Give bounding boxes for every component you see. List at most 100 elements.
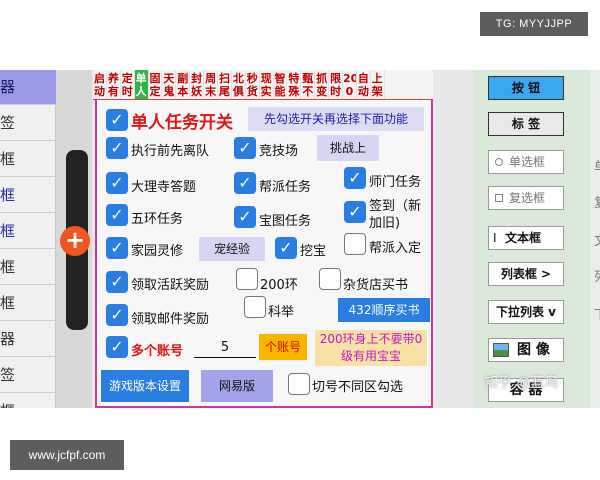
control-toolbox: 按 钮 标 签 单选框 复选框 I 文本框 列表框 > 下拉列表 v 图 像 容… [474,70,600,408]
checkbox-icon[interactable]: ✓ [344,201,366,223]
radio-icon [495,158,503,166]
tab[interactable]: 特殊 [287,70,302,99]
master-task-label: 师门任务 [369,175,422,190]
toolbox-textbox-label: 文本框 [505,231,542,245]
tab[interactable]: 封妖 [190,70,205,99]
text-cursor-icon: I [493,231,497,245]
checkbox-icon[interactable]: ✓ [106,271,128,293]
hint-button[interactable]: 先勾选开关再选择下面功能 [248,107,424,131]
toolbox-label-item[interactable]: 标 签 [488,112,564,136]
five-ring-label: 五环任务 [131,212,184,227]
checkbox-icon[interactable]: ✓ [106,204,128,226]
list-item[interactable]: 签 [0,106,56,141]
toolbox-radio-item[interactable]: 单选框 [488,150,564,174]
right-edge-label: 下 [594,304,600,323]
toolbox-radio-label: 单选框 [509,155,546,169]
list-item[interactable]: 框 [0,394,56,408]
tab[interactable]: 扫尾 [218,70,232,99]
watermark-top: TG: MYYJJPP [480,12,588,36]
list-item[interactable]: 签 [0,358,56,393]
signin-label: 签到（新加旧) [369,199,422,231]
panel-title: 单人任务开关 [131,113,233,133]
tab[interactable]: 自动 [357,70,371,99]
grocery-buy-label: 杂货店买书 [343,278,409,293]
checkbox-icon[interactable]: ✓ [234,206,256,228]
tab[interactable]: 天鬼 [162,70,177,99]
tab[interactable]: 副本 [176,70,191,99]
tab[interactable]: 秒货 [246,70,260,99]
watermark-bottom: www.jcfpf.com [10,440,124,470]
checkbox-icon[interactable]: ✓ [106,137,128,159]
list-item[interactable]: 器 [0,70,56,105]
checkbox-icon[interactable]: ✓ [234,172,256,194]
activity-reward-label: 领取活跃奖励 [131,278,210,293]
checkbox-icon[interactable]: ✓ [106,237,128,259]
checkbox-icon[interactable] [319,268,341,290]
checkbox-icon [495,194,503,202]
ring-note-button[interactable]: 200环身上不要带0级有用宝宝 [315,330,427,366]
list-item[interactable]: 框 [0,250,56,285]
dali-quiz-label: 大理寺答题 [131,180,197,195]
challenge-button[interactable]: 挑战上 [317,135,379,161]
checkbox-icon[interactable]: ✓ [106,304,128,326]
toolbox-image-label: 图 像 [517,342,550,358]
single-task-panel: ✓ 单人任务开关 先勾选开关再选择下面功能 ✓ 执行前先离队 ✓ 竞技场 挑战上… [95,100,433,408]
checkbox-icon[interactable] [288,373,310,395]
switch-region-label: 切号不同区勾选 [312,380,404,395]
tab[interactable]: 现实 [260,70,274,99]
tab[interactable]: 固定 [149,70,163,99]
list-item[interactable]: 器 [0,322,56,357]
checkbox-icon[interactable]: ✓ [275,237,297,259]
tab[interactable]: 甄不 [301,70,316,99]
toolbox-listbox-item[interactable]: 列表框 > [488,262,564,286]
toolbox-checkbox-item[interactable]: 复选框 [488,186,564,210]
mail-reward-label: 领取邮件奖励 [131,312,210,327]
checkbox-icon[interactable]: ✓ [344,167,366,189]
tab[interactable]: 限时 [329,70,344,99]
ring200-label: 200环 [260,278,298,293]
tab[interactable]: 上架 [371,70,385,99]
list-item[interactable]: 框 [0,178,56,213]
toolbox-checkbox-label: 复选框 [509,191,546,205]
toolbox-textbox-item[interactable]: I 文本框 [488,226,564,250]
checkbox-icon[interactable] [244,296,266,318]
account-button[interactable]: 个账号 [259,334,307,360]
checkbox-icon[interactable] [344,233,366,255]
quit-team-label: 执行前先离队 [131,144,210,159]
list-item[interactable]: 框 [0,214,56,249]
checkbox-icon[interactable]: ✓ [106,336,128,358]
toolbox-image-item[interactable]: 图 像 [488,338,564,362]
checkbox-icon[interactable]: ✓ [234,137,256,159]
tab[interactable]: 智能 [274,70,288,99]
add-icon[interactable]: + [60,226,90,256]
tab-single-person[interactable]: 单人 [134,70,149,99]
buy432-button[interactable]: 432顺序买书 [338,298,430,322]
tab[interactable]: 定时 [121,70,135,99]
treasure-map-label: 宝图任务 [259,214,312,229]
right-edge-label: 复 [594,192,600,211]
home-spirit-label: 家园灵修 [131,244,184,259]
tab[interactable]: 北俱 [232,70,246,99]
tab[interactable]: 抓变 [315,70,330,99]
tab[interactable]: 启动 [93,70,107,99]
list-item[interactable]: 框 [0,286,56,321]
exam-label: 科举 [268,305,295,320]
checkbox-icon[interactable] [236,268,258,290]
pet-exp-button[interactable]: 宠经验 [199,237,265,261]
tab[interactable]: 周末 [204,70,219,99]
account-count-input[interactable]: 5 [194,340,256,358]
designer-screenshot: 器 签 框 框 框 框 框 器 签 框 + 启动 养有 定时 单人 固定 天鬼 … [0,70,600,408]
dig-treasure-label: 挖宝 [300,244,327,259]
checkbox-icon[interactable]: ✓ [106,109,128,131]
version-settings-button[interactable]: 游戏版本设置 [101,370,189,402]
toolbox-dropdown-item[interactable]: 下拉列表 v [488,300,564,324]
tab[interactable]: 养有 [107,70,121,99]
right-edge-label: 单 [594,156,600,175]
image-icon [493,343,509,357]
netease-button[interactable]: 网易版 [201,370,273,402]
checkbox-icon[interactable]: ✓ [106,172,128,194]
toolbox-button-item[interactable]: 按 钮 [488,76,564,100]
list-item[interactable]: 框 [0,142,56,177]
control-list: 器 签 框 框 框 框 框 器 签 框 [0,70,56,408]
tab[interactable]: 20 0 [343,70,357,99]
